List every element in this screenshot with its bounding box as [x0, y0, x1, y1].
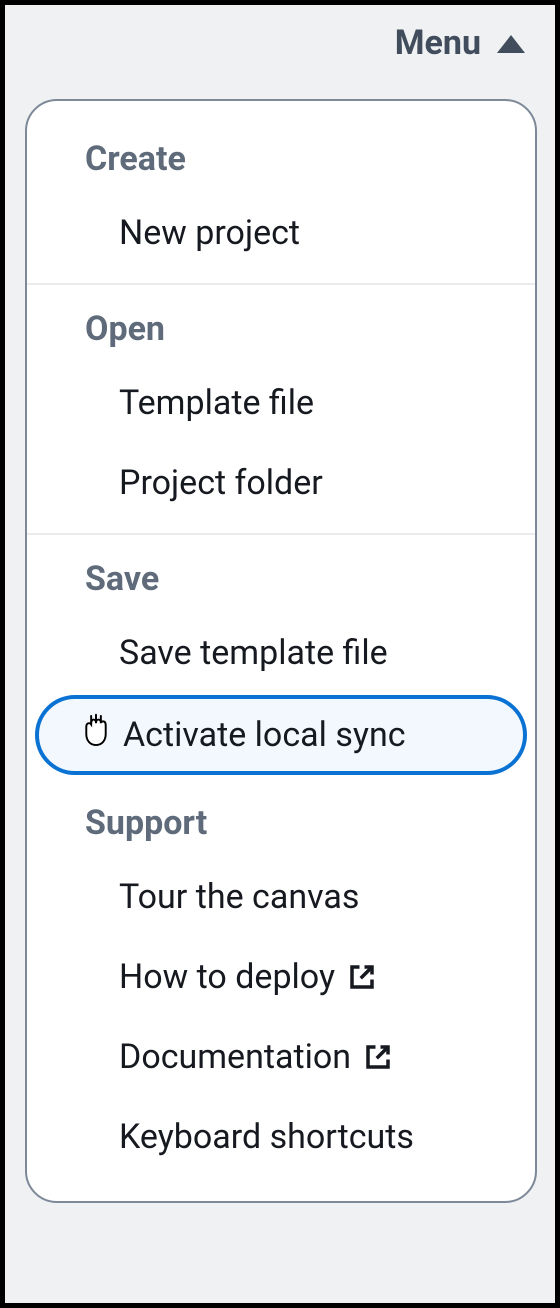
- menu-item-template-file[interactable]: Template file: [27, 363, 535, 443]
- menu-item-label: Tour the canvas: [119, 877, 359, 917]
- menu-item-label: Save template file: [119, 633, 388, 673]
- divider: [27, 283, 535, 285]
- menu-item-label: Documentation: [119, 1037, 351, 1077]
- pointer-cursor-icon: [81, 714, 111, 757]
- menu-item-how-to-deploy[interactable]: How to deploy: [27, 937, 535, 1017]
- section-header-support: Support: [27, 777, 535, 857]
- external-link-icon: [347, 962, 377, 992]
- menu-dropdown: Create New project Open Template file Pr…: [25, 99, 537, 1203]
- section-header-create: Create: [27, 125, 535, 193]
- section-header-save: Save: [27, 545, 535, 613]
- menu-item-keyboard-shortcuts[interactable]: Keyboard shortcuts: [27, 1097, 535, 1177]
- menu-item-activate-local-sync[interactable]: Activate local sync: [35, 695, 527, 775]
- menu-item-tour-canvas[interactable]: Tour the canvas: [27, 857, 535, 937]
- menu-trigger[interactable]: Menu: [5, 5, 555, 81]
- menu-item-new-project[interactable]: New project: [27, 193, 535, 273]
- menu-item-label: How to deploy: [119, 957, 335, 997]
- section-header-open: Open: [27, 295, 535, 363]
- menu-item-documentation[interactable]: Documentation: [27, 1017, 535, 1097]
- menu-item-label: Keyboard shortcuts: [119, 1117, 414, 1157]
- menu-item-label: Project folder: [119, 463, 323, 503]
- menu-item-label: Activate local sync: [123, 715, 406, 755]
- menu-trigger-label: Menu: [395, 23, 481, 63]
- menu-item-save-template-file[interactable]: Save template file: [27, 613, 535, 693]
- menu-item-label: New project: [119, 213, 300, 253]
- external-link-icon: [363, 1042, 393, 1072]
- caret-up-icon: [497, 35, 525, 53]
- menu-item-label: Template file: [119, 383, 314, 423]
- menu-item-project-folder[interactable]: Project folder: [27, 443, 535, 523]
- divider: [27, 533, 535, 535]
